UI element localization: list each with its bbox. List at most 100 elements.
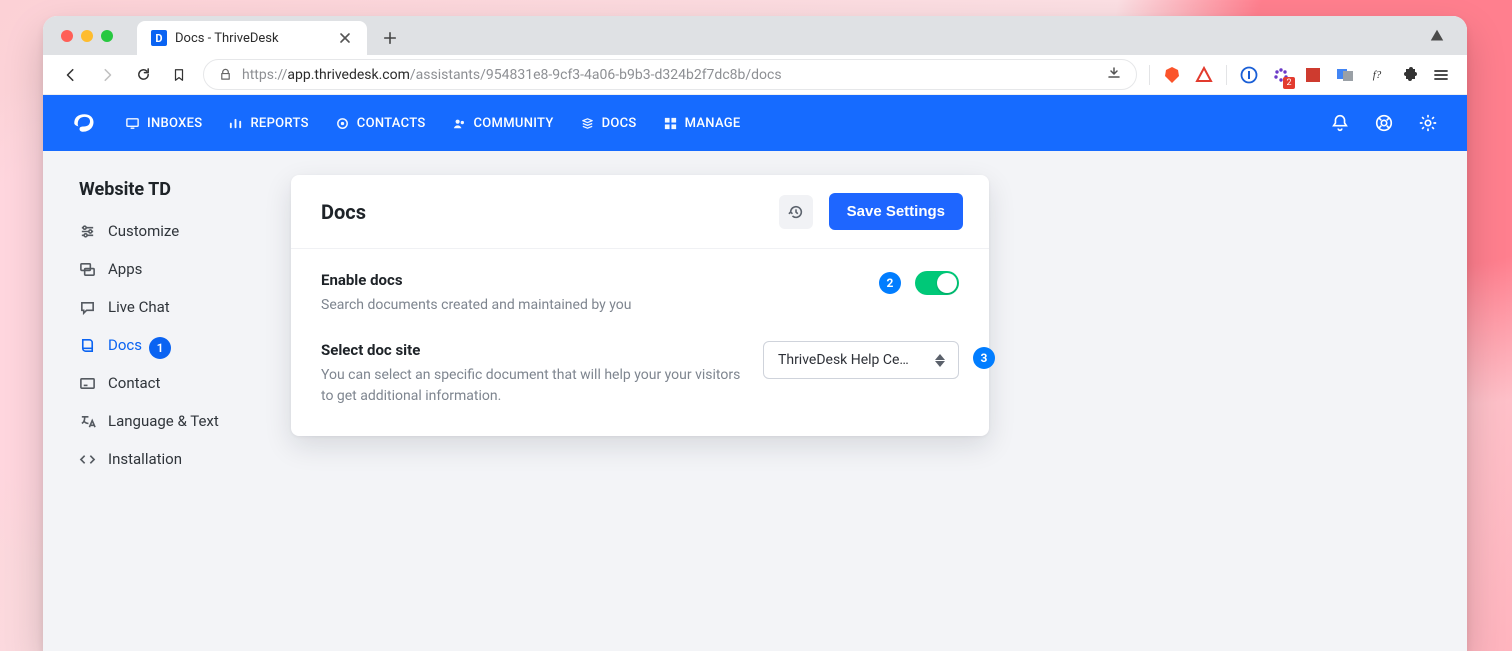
monitor-icon [125, 116, 140, 131]
grid-icon [663, 116, 678, 131]
sidebar-item-livechat[interactable]: Live Chat [79, 298, 291, 316]
url-scheme: https:// [242, 67, 287, 83]
nav-manage[interactable]: MANAGE [663, 116, 741, 131]
code-icon [79, 451, 96, 468]
browser-titlebar: D Docs - ThriveDesk [43, 16, 1467, 55]
setting-title: Enable docs [321, 271, 631, 289]
nav-forward-button[interactable] [95, 63, 119, 87]
sliders-icon [79, 223, 96, 240]
setting-title: Select doc site [321, 341, 751, 359]
card-icon [79, 375, 96, 392]
select-value: ThriveDesk Help Ce… [778, 352, 926, 368]
app-viewport: INBOXES REPORTS CONTACTS COMMUNITY DOCS … [43, 95, 1467, 651]
browser-window-menu-icon[interactable] [1427, 26, 1447, 46]
lock-icon [218, 68, 232, 82]
window-minimize-button[interactable] [81, 30, 93, 42]
book-icon [79, 337, 96, 354]
panel-title: Docs [321, 200, 366, 224]
sidebar-item-label: Language & Text [108, 412, 219, 430]
bar-chart-icon [228, 116, 243, 131]
history-icon [788, 204, 804, 220]
reload-button[interactable] [131, 63, 155, 87]
annotation-marker-1: 1 [149, 337, 171, 359]
sidebar-item-apps[interactable]: Apps [79, 260, 291, 278]
app-body: Website TD Customize Apps Live Chat [43, 151, 1467, 651]
toolbar-separator [1149, 65, 1150, 85]
nav-item-label: DOCS [602, 116, 637, 131]
history-button[interactable] [779, 195, 813, 229]
install-app-icon[interactable] [1106, 65, 1122, 85]
nav-item-label: INBOXES [147, 116, 202, 131]
sidebar-title: Website TD [79, 179, 291, 200]
nav-back-button[interactable] [59, 63, 83, 87]
sidebar-item-language[interactable]: Language & Text [79, 412, 291, 430]
url-path: /assistants/954831e8-9cf3-4a06-b9b3-d324… [410, 67, 782, 83]
setting-description: Search documents created and maintained … [321, 295, 631, 315]
address-bar-url: https://app.thrivedesk.com/assistants/95… [242, 67, 782, 83]
chat-pair-icon [79, 261, 96, 278]
nav-item-label: CONTACTS [357, 116, 426, 131]
brand-logo[interactable] [67, 107, 99, 139]
extension-cluster-icon[interactable]: 2 [1271, 65, 1291, 85]
settings-sidebar: Website TD Customize Apps Live Chat [43, 151, 291, 468]
setting-select-doc-site: Select doc site You can select an specif… [321, 341, 959, 406]
extensions-puzzle-icon[interactable] [1399, 65, 1419, 85]
new-tab-button[interactable] [375, 23, 405, 53]
lifebuoy-icon [1374, 113, 1394, 133]
toolbar-separator [1226, 65, 1227, 85]
sidebar-item-label: Docs [108, 336, 142, 354]
tab-close-button[interactable] [337, 30, 353, 46]
settings-button[interactable] [1417, 112, 1439, 134]
notifications-button[interactable] [1329, 112, 1351, 134]
annotation-marker-2: 2 [879, 272, 901, 294]
extension-1password-icon[interactable] [1239, 65, 1259, 85]
sidebar-item-contact[interactable]: Contact [79, 374, 291, 392]
help-button[interactable] [1373, 112, 1395, 134]
address-bar[interactable]: https://app.thrivedesk.com/assistants/95… [203, 59, 1137, 90]
topnav-right [1329, 112, 1439, 134]
panel-actions: Save Settings [779, 193, 963, 230]
bell-icon [1330, 113, 1350, 133]
users-icon [452, 116, 467, 131]
extension-translate-icon[interactable] [1335, 65, 1355, 85]
sidebar-item-customize[interactable]: Customize [79, 222, 291, 240]
bookmark-icon[interactable] [167, 63, 191, 87]
browser-toolbar: https://app.thrivedesk.com/assistants/95… [43, 55, 1467, 95]
annotation-marker-3: 3 [973, 347, 995, 369]
nav-item-label: REPORTS [250, 116, 308, 131]
url-host: app.thrivedesk.com [287, 67, 410, 83]
stack-icon [580, 116, 595, 131]
window-zoom-button[interactable] [101, 30, 113, 42]
extension-brave-icon[interactable] [1162, 65, 1182, 85]
doc-site-select[interactable]: ThriveDesk Help Ce… [763, 341, 959, 379]
browser-tab-active[interactable]: D Docs - ThriveDesk [137, 21, 367, 55]
browser-window: D Docs - ThriveDesk [43, 16, 1467, 651]
enable-docs-toggle[interactable] [915, 271, 959, 295]
sidebar-item-installation[interactable]: Installation [79, 450, 291, 468]
sidebar-item-docs[interactable]: Docs 1 [79, 336, 291, 354]
chevron-up-down-icon [932, 354, 948, 367]
sidebar-menu: Customize Apps Live Chat Docs 1 [79, 222, 291, 468]
extension-red-square-icon[interactable] [1303, 65, 1323, 85]
nav-inboxes[interactable]: INBOXES [125, 116, 202, 131]
panel-header: Docs Save Settings [291, 175, 989, 249]
target-icon [335, 116, 350, 131]
translate-icon [79, 413, 96, 430]
nav-docs[interactable]: DOCS [580, 116, 637, 131]
nav-community[interactable]: COMMUNITY [452, 116, 554, 131]
nav-reports[interactable]: REPORTS [228, 116, 308, 131]
nav-contacts[interactable]: CONTACTS [335, 116, 426, 131]
save-settings-button[interactable]: Save Settings [829, 193, 963, 230]
sidebar-item-label: Contact [108, 374, 160, 392]
setting-description: You can select an specific document that… [321, 365, 751, 406]
extension-text-icon[interactable]: f? [1367, 65, 1387, 85]
window-close-button[interactable] [61, 30, 73, 42]
sidebar-item-label: Live Chat [108, 298, 170, 316]
extension-badge: 2 [1283, 77, 1295, 89]
extension-triangle-icon[interactable] [1194, 65, 1214, 85]
browser-menu-button[interactable] [1431, 65, 1451, 85]
tab-title: Docs - ThriveDesk [175, 31, 279, 46]
setting-enable-docs: Enable docs Search documents created and… [321, 271, 959, 315]
toggle-knob [937, 273, 957, 293]
sidebar-item-label: Apps [108, 260, 142, 278]
